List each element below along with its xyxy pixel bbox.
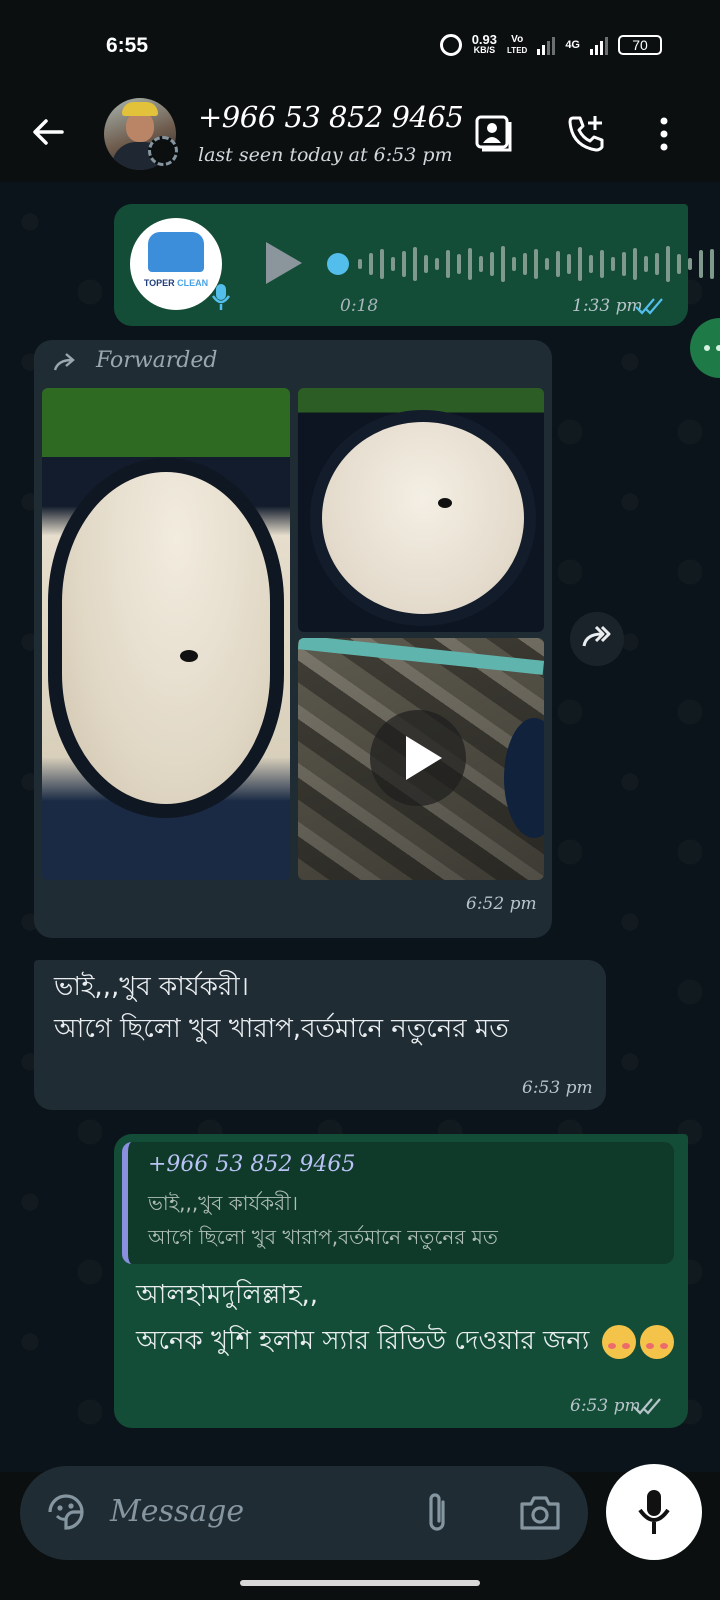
- waveform-bar: [369, 253, 373, 275]
- quoted-text-line: আগে ছিলো খুব খারাপ,বর্তমানে নতুনের মত: [148, 1225, 498, 1249]
- mic-badge-icon: [211, 284, 231, 310]
- quoted-text-line: ভাই,,,খুব কার্যকরী।: [148, 1191, 298, 1215]
- attach-icon[interactable]: [422, 1490, 452, 1536]
- audio-progress-dot: [327, 253, 349, 275]
- net-speed-unit: KB/S: [473, 45, 496, 55]
- audio-waveform[interactable]: [326, 242, 720, 286]
- contact-card-icon[interactable]: [472, 112, 516, 156]
- forwarded-icon: [53, 353, 75, 371]
- quoted-sender: +966 53 852 9465: [148, 1152, 356, 1177]
- waveform-bar: [534, 249, 538, 279]
- waveform-bar: [457, 254, 461, 274]
- volte-top: Vo: [511, 34, 524, 45]
- waveform-bar: [512, 257, 516, 271]
- waveform-bar: [644, 256, 648, 272]
- more-options-icon[interactable]: [652, 112, 676, 156]
- waveform-bar: [435, 258, 439, 270]
- chat-header: +966 53 852 9465 last seen today at 6:53…: [0, 92, 720, 182]
- quoted-message[interactable]: +966 53 852 9465 ভাই,,,খুব কার্যকরী। আগে…: [122, 1142, 674, 1264]
- waveform-bar: [578, 247, 582, 281]
- message-text-line: অনেক খুশি হলাম স্যার রিভিউ দেওয়ার জন্য: [136, 1326, 590, 1356]
- brand-name-left: TOPER: [143, 278, 175, 288]
- message-time: 6:52 pm: [466, 894, 537, 914]
- waveform-bar: [545, 258, 549, 270]
- smiling-face-with-hearts-icon: [639, 1324, 674, 1359]
- waveform-bar: [699, 250, 703, 278]
- sender-logo: TOPER CLEAN: [130, 218, 222, 310]
- chat-area[interactable]: TOPER CLEAN 0:18 1:33 pm Forwarded 6:52 …: [0, 182, 720, 1472]
- waveform-bar: [710, 249, 714, 279]
- delivered-ticks-icon: [633, 1398, 661, 1415]
- status-bar: 6:55 0.93 KB/S Vo LTED 4G 70: [0, 0, 720, 92]
- message-text-line: আগে ছিলো খুব খারাপ,বর্তমানে নতুনের মত: [54, 1014, 509, 1044]
- waveform-bar: [655, 253, 659, 275]
- contact-name[interactable]: +966 53 852 9465: [198, 100, 464, 134]
- waveform-bar: [501, 246, 505, 282]
- waveform-bar: [391, 257, 395, 271]
- reply-message-bubble[interactable]: +966 53 852 9465 ভাই,,,খুব কার্যকরী। আগে…: [114, 1134, 688, 1428]
- status-indicators: 0.93 KB/S Vo LTED 4G 70: [439, 32, 662, 56]
- incoming-text-bubble[interactable]: ভাই,,,খুব কার্যকরী। আগে ছিলো খুব খারাপ,ব…: [34, 960, 606, 1110]
- waveform-bar: [402, 251, 406, 277]
- signal-bars-sim2-icon: [590, 35, 608, 55]
- voice-message-bubble[interactable]: TOPER CLEAN 0:18 1:33 pm: [114, 204, 714, 326]
- home-indicator[interactable]: [240, 1580, 480, 1586]
- volte-indicator: Vo LTED: [507, 34, 527, 56]
- waveform-bar: [446, 250, 450, 278]
- waveform-bar: [600, 250, 604, 278]
- waveform-bar: [358, 259, 362, 269]
- video-play-icon[interactable]: [370, 710, 466, 806]
- message-input[interactable]: Message: [110, 1494, 244, 1529]
- waveform-bar: [490, 252, 494, 276]
- waveform-bar: [424, 255, 428, 273]
- waveform-bar: [666, 246, 670, 282]
- read-ticks-icon: [635, 298, 663, 315]
- message-composer: Message: [20, 1466, 588, 1560]
- audio-duration: 0:18: [340, 296, 379, 316]
- message-text-line: ভাই,,,খুব কার্যকরী।: [54, 972, 249, 1002]
- status-ring-icon: [148, 136, 178, 166]
- message-time: 6:53 pm: [570, 1396, 641, 1416]
- smiling-face-with-hearts-icon: [601, 1324, 636, 1359]
- alarm-icon: [439, 34, 462, 56]
- waveform-bar: [380, 249, 384, 279]
- message-text-line: আলহামদুলিল্লাহ,,: [136, 1280, 319, 1310]
- network-type: 4G: [565, 39, 580, 51]
- play-icon[interactable]: [266, 242, 302, 284]
- last-seen: last seen today at 6:53 pm: [198, 144, 453, 166]
- waveform-bar: [479, 256, 483, 272]
- waveform-bar: [611, 257, 615, 271]
- message-time: 1:33 pm: [572, 296, 643, 316]
- signal-bars-sim1-icon: [537, 35, 556, 55]
- add-call-icon[interactable]: [564, 112, 608, 156]
- waveform-bar: [688, 258, 692, 270]
- brand-name-right: CLEAN: [177, 278, 209, 288]
- forwarded-label: Forwarded: [96, 348, 218, 373]
- waveform-bar: [556, 251, 560, 277]
- sticker-icon[interactable]: [44, 1490, 88, 1534]
- waveform-bar: [468, 248, 472, 280]
- waveform-bar: [567, 254, 571, 274]
- battery-icon: 70: [618, 35, 662, 55]
- net-speed-value: 0.93: [471, 32, 498, 47]
- waveform-bar: [633, 248, 637, 280]
- waveform-bar: [589, 255, 593, 273]
- photo-thumbnail[interactable]: [298, 388, 544, 632]
- camera-icon[interactable]: [518, 1492, 562, 1532]
- status-time: 6:55: [106, 34, 149, 57]
- volte-bottom: LTED: [507, 46, 528, 55]
- waveform-bar: [677, 254, 681, 274]
- media-album-bubble[interactable]: Forwarded 6:52 pm: [34, 340, 552, 938]
- message-time: 6:53 pm: [522, 1078, 593, 1098]
- voice-record-button[interactable]: [606, 1464, 702, 1560]
- back-arrow-icon[interactable]: [28, 112, 68, 152]
- mic-icon: [638, 1490, 670, 1534]
- net-speed: 0.93 KB/S: [471, 32, 498, 56]
- waveform-bar: [622, 252, 626, 276]
- more-actions-icon[interactable]: [690, 318, 720, 378]
- waveform-bar: [413, 247, 417, 281]
- photo-thumbnail[interactable]: [42, 388, 290, 880]
- forward-share-icon[interactable]: [570, 612, 624, 666]
- waveform-bar: [523, 253, 527, 275]
